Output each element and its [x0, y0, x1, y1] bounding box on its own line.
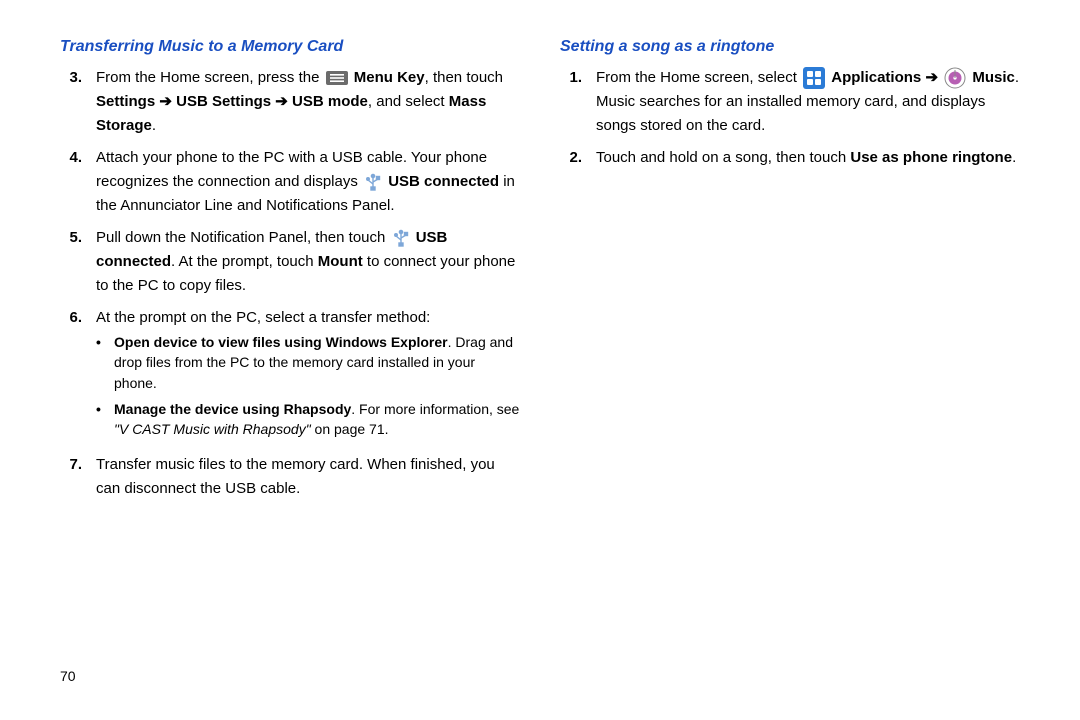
text-run: . [152, 117, 156, 134]
list-item: 1.From the Home screen, select Applicati… [560, 66, 1020, 138]
list-item: 3.From the Home screen, press the Menu K… [60, 66, 520, 138]
text-run: Transfer music files to the memory card.… [96, 456, 495, 497]
text-run: on page 71. [311, 421, 389, 437]
bullet-body: Manage the device using Rhapsody. For mo… [114, 399, 520, 440]
text-run: "V CAST Music with Rhapsody" [114, 421, 311, 437]
bullet-item: •Manage the device using Rhapsody. For m… [96, 399, 520, 440]
list-body: Transfer music files to the memory card.… [96, 453, 520, 501]
left-heading: Transferring Music to a Memory Card [60, 38, 520, 56]
list-body: Pull down the Notification Panel, then t… [96, 226, 520, 298]
text-run: ➔ [159, 93, 172, 110]
text-run: Use as phone ringtone [850, 149, 1012, 166]
usb-icon [364, 173, 382, 191]
list-number: 1. [560, 66, 596, 90]
text-run: At the prompt on the PC, select a transf… [96, 309, 430, 326]
usb-icon [392, 229, 410, 247]
text-run: Music [972, 69, 1015, 86]
list-body: At the prompt on the PC, select a transf… [96, 306, 520, 445]
applications-icon [803, 67, 825, 89]
text-run: Menu Key [354, 69, 425, 86]
list-number: 5. [60, 226, 96, 250]
list-number: 7. [60, 453, 96, 477]
text-run: Applications [831, 69, 921, 86]
text-run: Settings [96, 93, 155, 110]
bullet-dot: • [96, 332, 114, 393]
right-heading: Setting a song as a ringtone [560, 38, 1020, 56]
text-run: Touch and hold on a song, then touch [596, 149, 850, 166]
text-run: . At the prompt, touch [171, 253, 318, 270]
text-run: ➔ [925, 69, 938, 86]
text-run: . [1012, 149, 1016, 166]
sub-bullets: •Open device to view files using Windows… [96, 332, 520, 439]
manual-page: Transferring Music to a Memory Card 3.Fr… [0, 0, 1080, 720]
list-number: 2. [560, 146, 596, 170]
page-number: 70 [60, 668, 76, 684]
music-icon [944, 67, 966, 89]
text-run: Mount [318, 253, 363, 270]
text-run: USB connected [388, 173, 499, 190]
page-body: Transferring Music to a Memory Card 3.Fr… [0, 0, 1080, 660]
text-run: Manage the device using Rhapsody [114, 401, 351, 417]
bullet-item: •Open device to view files using Windows… [96, 332, 520, 393]
left-list: 3.From the Home screen, press the Menu K… [60, 66, 520, 501]
list-item: 7.Transfer music files to the memory car… [60, 453, 520, 501]
text-run: From the Home screen, press the [96, 69, 324, 86]
text-run: From the Home screen, select [596, 69, 801, 86]
text-run: ➔ [275, 93, 288, 110]
list-body: Touch and hold on a song, then touch Use… [596, 146, 1020, 170]
list-body: Attach your phone to the PC with a USB c… [96, 146, 520, 218]
list-number: 4. [60, 146, 96, 170]
right-list: 1.From the Home screen, select Applicati… [560, 66, 1020, 170]
text-run: Pull down the Notification Panel, then t… [96, 229, 390, 246]
list-body: From the Home screen, select Application… [596, 66, 1020, 138]
text-run: , and select [368, 93, 449, 110]
list-number: 6. [60, 306, 96, 330]
text-run: USB mode [292, 93, 368, 110]
list-item: 4.Attach your phone to the PC with a USB… [60, 146, 520, 218]
list-item: 5.Pull down the Notification Panel, then… [60, 226, 520, 298]
right-column: Setting a song as a ringtone 1.From the … [560, 38, 1020, 660]
text-run [938, 69, 942, 86]
bullet-dot: • [96, 399, 114, 440]
list-body: From the Home screen, press the Menu Key… [96, 66, 520, 138]
bullet-body: Open device to view files using Windows … [114, 332, 520, 393]
list-item: 6.At the prompt on the PC, select a tran… [60, 306, 520, 445]
menu-key-icon [326, 71, 348, 85]
left-column: Transferring Music to a Memory Card 3.Fr… [60, 38, 520, 660]
text-run: Open device to view files using Windows … [114, 334, 448, 350]
list-number: 3. [60, 66, 96, 90]
text-run: . For more information, see [351, 401, 519, 417]
list-item: 2.Touch and hold on a song, then touch U… [560, 146, 1020, 170]
text-run: USB Settings [176, 93, 271, 110]
text-run: , then touch [425, 69, 503, 86]
